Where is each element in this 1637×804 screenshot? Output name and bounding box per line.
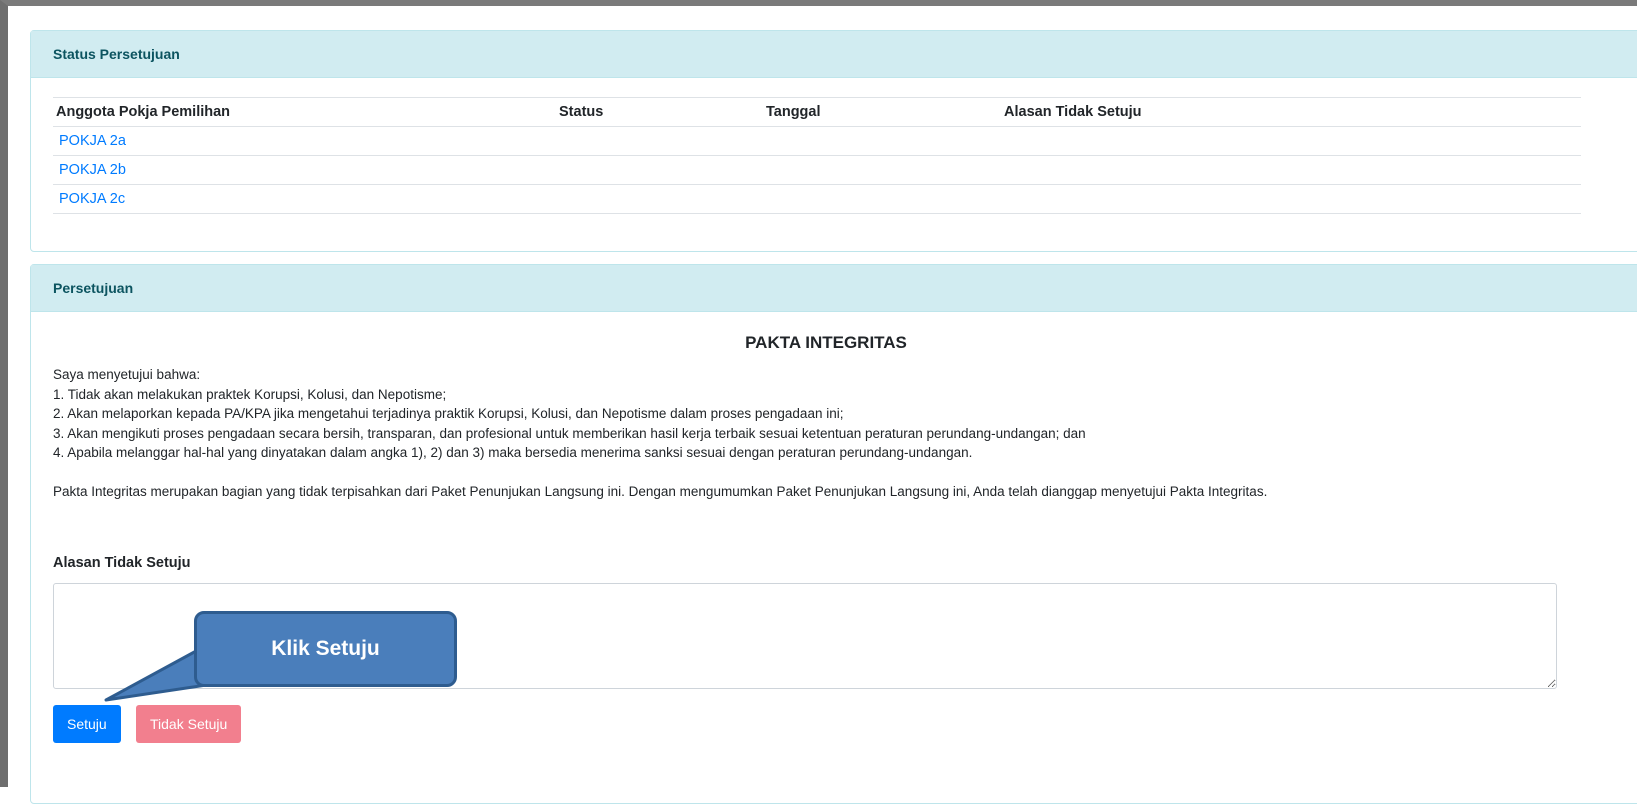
member-link[interactable]: POKJA 2a: [59, 133, 126, 149]
reason-cell: [1001, 184, 1581, 214]
member-cell: POKJA 2a: [53, 126, 556, 156]
pact-point: 1. Tidak akan melakukan praktek Korupsi,…: [53, 386, 447, 402]
approval-card: Persetujuan PAKTA INTEGRITAS Saya menyet…: [30, 264, 1637, 804]
column-header-member: Anggota Pokja Pemilihan: [53, 97, 556, 127]
pact-note: Pakta Integritas merupakan bagian yang t…: [53, 483, 1268, 499]
member-cell: POKJA 2c: [53, 184, 556, 214]
column-header-reason: Alasan Tidak Setuju: [1001, 97, 1581, 127]
agree-button[interactable]: Setuju: [53, 705, 121, 743]
table-row: POKJA 2b: [53, 155, 1581, 185]
pact-intro: Saya menyetujui bahwa:: [53, 367, 201, 382]
approval-card-header: Persetujuan: [31, 265, 1637, 312]
column-header-date: Tanggal: [763, 97, 1001, 127]
status-card: Status Persetujuan Anggota Pokja Pemilih…: [30, 30, 1637, 252]
pact-point: 2. Akan melaporkan kepada PA/KPA jika me…: [53, 406, 844, 421]
date-cell: [763, 184, 1001, 214]
status-table: Anggota Pokja Pemilihan Status Tanggal A…: [53, 97, 1581, 214]
reason-cell: [1001, 126, 1581, 156]
callout-box: Klik Setuju: [194, 611, 457, 687]
integrity-pact-text: Saya menyetujui bahwa: 1. Tidak akan mel…: [53, 365, 1593, 501]
date-cell: [763, 155, 1001, 185]
status-card-header: Status Persetujuan: [31, 31, 1637, 78]
status-cell: [556, 126, 763, 156]
status-cell: [556, 155, 763, 185]
status-cell: [556, 184, 763, 214]
pact-point: 3. Akan mengikuti proses pengadaan secar…: [53, 425, 1086, 441]
disagree-button[interactable]: Tidak Setuju: [136, 705, 242, 743]
member-cell: POKJA 2b: [53, 155, 556, 185]
table-row: POKJA 2c: [53, 184, 1581, 214]
column-header-status: Status: [556, 97, 763, 127]
status-table-header-row: Anggota Pokja Pemilihan Status Tanggal A…: [53, 97, 1581, 127]
date-cell: [763, 126, 1001, 156]
member-link[interactable]: POKJA 2b: [59, 162, 126, 178]
reason-cell: [1001, 155, 1581, 185]
pact-point: 4. Apabila melanggar hal-hal yang dinyat…: [53, 445, 973, 460]
integrity-pact-title: PAKTA INTEGRITAS: [745, 333, 907, 352]
reason-label: Alasan Tidak Setuju: [53, 555, 191, 571]
table-row: POKJA 2a: [53, 126, 1581, 156]
member-link[interactable]: POKJA 2c: [59, 191, 125, 207]
